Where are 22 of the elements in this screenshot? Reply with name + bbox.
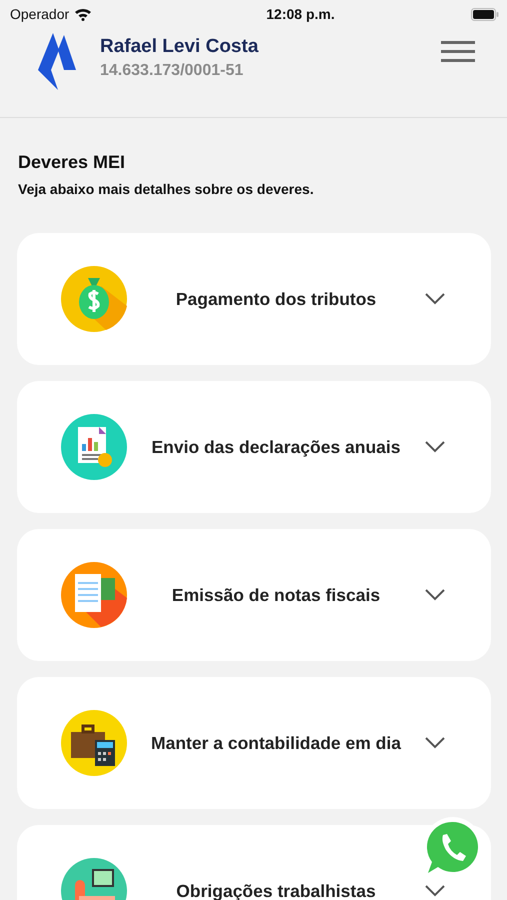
duty-icon bbox=[61, 266, 127, 332]
duty-card[interactable]: Pagamento dos tributos bbox=[17, 233, 491, 365]
company-id: 14.633.173/0001-51 bbox=[100, 62, 244, 80]
duty-icon bbox=[61, 414, 127, 480]
section-subtitle: Veja abaixo mais detalhes sobre os deveres. bbox=[18, 181, 315, 197]
status-time: 12:08 p.m. bbox=[266, 6, 335, 22]
battery-icon bbox=[470, 8, 499, 20]
duty-title: Pagamento dos tributos bbox=[174, 288, 378, 310]
duty-card[interactable]: Envio das declarações anuais bbox=[17, 381, 491, 513]
carrier-name: Operador bbox=[10, 6, 70, 22]
duty-icon bbox=[61, 562, 127, 628]
duty-title: Envio das declarações anuais bbox=[150, 436, 402, 458]
duty-card[interactable]: Emissão de notas fiscais bbox=[17, 529, 491, 661]
duty-icon bbox=[61, 710, 127, 776]
duty-card[interactable]: Manter a contabilidade em dia bbox=[17, 677, 491, 809]
menu-icon bbox=[441, 40, 475, 64]
duty-title: Obrigações trabalhistas bbox=[175, 880, 377, 900]
wifi-icon bbox=[74, 7, 92, 21]
duty-title: Emissão de notas fiscais bbox=[170, 584, 382, 606]
section-title: Deveres MEI bbox=[18, 152, 126, 173]
user-name: Rafael Levi Costa bbox=[100, 36, 260, 58]
duty-title: Manter a contabilidade em dia bbox=[150, 732, 402, 754]
